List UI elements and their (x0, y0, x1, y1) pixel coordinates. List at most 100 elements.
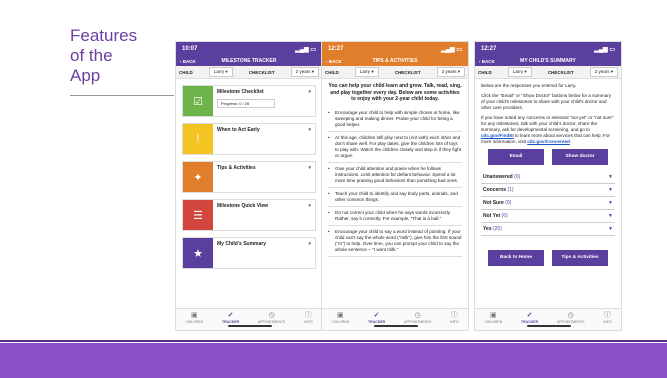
slide-title: Features of the App (70, 26, 137, 86)
back-to-home-button[interactable]: Back to Home (488, 250, 544, 266)
chevron-down-icon: ▼ (608, 226, 613, 232)
chevron-down-icon: ▾ (308, 89, 311, 95)
nav-buttons: Back to Home Tips & Activities (481, 250, 615, 266)
chevron-down-icon: ▼ (608, 187, 613, 193)
nav-bar: ‹ BACK MY CHILD'S SUMMARY (475, 56, 621, 66)
child-select[interactable]: Larry ▾ (507, 67, 532, 77)
list-item: • At this age, children still play next t… (328, 132, 462, 163)
list-item: • Encourage your child to say a word inst… (328, 226, 462, 257)
back-button[interactable]: ‹ BACK (180, 59, 196, 64)
slide-title-line-2: of the (70, 46, 113, 65)
selector-bar: CHILD Larry ▾ CHECKLIST 2 years ▾ (475, 66, 621, 79)
concerned-link[interactable]: cdc.gov/Concerned (527, 139, 570, 144)
home-indicator (527, 325, 571, 327)
group-not-sure[interactable]: Not Sure (0) ▼ (481, 197, 615, 210)
tab-tracker[interactable]: ✓ TRACKER (222, 312, 239, 324)
group-not-yet[interactable]: Not Yet (6) ▼ (481, 210, 615, 223)
checklist-label: CHECKLIST (394, 69, 421, 75)
show-doctor-button[interactable]: Show doctor (552, 149, 608, 165)
clock-icon: ◷ (268, 312, 275, 319)
feature-tips-activities[interactable]: ✦ Tips & Activities ▾ (182, 161, 316, 193)
phone-milestone-tracker: 10:07 ▂▄▆ ▭ ‹ BACK MILESTONE TRACKER CHI… (175, 41, 323, 331)
phone-tips-activities: 12:27 ▂▄▆ ▭ ‹ BACK TIPS & ACTIVITIES CHI… (321, 41, 469, 331)
list-icon: ☰ (183, 200, 213, 230)
feature-label: When to Act Early (217, 127, 260, 133)
checklist-select[interactable]: 2 years ▾ (436, 67, 465, 77)
feature-label: Milestone Quick View (217, 203, 269, 209)
chevron-down-icon: ▼ (608, 200, 613, 206)
tab-info[interactable]: ⓘ INFO (450, 312, 458, 324)
list-item: • Do not correct your child when he says … (328, 207, 462, 226)
checkmark-icon: ✓ (373, 312, 380, 319)
checklist-select[interactable]: 2 years ▾ (589, 67, 618, 77)
home-indicator (374, 325, 418, 327)
tab-appointments[interactable]: ◷ APPOINTMENTS (404, 312, 432, 324)
status-time: 12:27 (481, 46, 497, 52)
tab-tracker[interactable]: ✓ TRACKER (368, 312, 385, 324)
checklist-select[interactable]: 2 years ▾ (290, 67, 319, 77)
list-item: • Give your child attention and praise wh… (328, 163, 462, 188)
nav-bar: ‹ BACK MILESTONE TRACKER (176, 56, 322, 66)
tab-appointments[interactable]: ◷ APPOINTMENTS (258, 312, 286, 324)
feature-label: My Child's Summary (217, 241, 266, 247)
status-bar: 12:27 ▂▄▆ ▭ (322, 42, 468, 56)
tab-info[interactable]: ⓘ INFO (603, 312, 611, 324)
clock-icon: ◷ (414, 312, 421, 319)
tab-children[interactable]: ▣ CHILDREN (185, 312, 203, 324)
children-icon: ▣ (337, 312, 344, 319)
slide-title-line-3: App (70, 66, 101, 85)
group-concerns[interactable]: Concerns (1) ▼ (481, 184, 615, 197)
children-icon: ▣ (490, 312, 497, 319)
chevron-down-icon: ▾ (308, 127, 311, 133)
checkmark-icon: ✓ (526, 312, 533, 319)
checkmark-icon: ✓ (227, 312, 234, 319)
checklist-label: CHECKLIST (547, 69, 574, 75)
feature-milestone-quick-view[interactable]: ☰ Milestone Quick View ▾ (182, 199, 316, 231)
checklist-label: CHECKLIST (248, 69, 275, 75)
info-icon: ⓘ (450, 312, 458, 319)
summary-instructions: Click the "Email" or "Show Doctor" butto… (481, 93, 612, 110)
feature-my-childs-summary[interactable]: ★ My Child's Summary ▾ (182, 237, 316, 269)
feature-when-to-act-early[interactable]: ! When to Act Early ▾ (182, 123, 316, 155)
clock-icon: ◷ (567, 312, 574, 319)
list-item: • Teach your child to identify and say bo… (328, 188, 462, 207)
status-time: 12:27 (328, 46, 344, 52)
tips-list: You can help your child learn and grow. … (322, 79, 468, 261)
tab-children[interactable]: ▣ CHILDREN (331, 312, 349, 324)
tab-appointments[interactable]: ◷ APPOINTMENTS (557, 312, 585, 324)
info-icon: ⓘ (603, 312, 611, 319)
progress-indicator: Progress: 0 / 26 (217, 99, 275, 108)
back-button[interactable]: ‹ BACK (479, 59, 495, 64)
feature-label: Tips & Activities (217, 165, 256, 171)
selector-bar: CHILD Larry ▾ CHECKLIST 2 years ▾ (322, 66, 468, 79)
tab-info[interactable]: ⓘ INFO (304, 312, 312, 324)
back-button[interactable]: ‹ BACK (326, 59, 342, 64)
child-select[interactable]: Larry ▾ (354, 67, 379, 77)
child-label: CHILD (325, 69, 339, 75)
feature-milestone-checklist[interactable]: ☑ Milestone Checklist ▾ Progress: 0 / 26 (182, 85, 316, 117)
email-button[interactable]: Email (488, 149, 544, 165)
slide: Features of the App 10:07 ▂▄▆ ▭ ‹ BACK M… (0, 0, 667, 378)
share-buttons: Email Show doctor (481, 149, 615, 165)
group-unanswered[interactable]: Unanswered (0) ▼ (481, 171, 615, 184)
tab-tracker[interactable]: ✓ TRACKER (521, 312, 538, 324)
feature-label: Milestone Checklist (217, 89, 264, 95)
status-time: 10:07 (182, 46, 198, 52)
tips-activities-button[interactable]: Tips & Activities (552, 250, 608, 266)
group-yes[interactable]: Yes (20) ▼ (481, 223, 615, 236)
findei-link[interactable]: cdc.gov/FindEI (481, 133, 514, 138)
screen-title: MILESTONE TRACKER (221, 58, 277, 64)
star-icon: ★ (183, 238, 213, 268)
selector-bar: CHILD Larry ▾ CHECKLIST 2 years ▾ (176, 66, 322, 79)
screen-title: TIPS & ACTIVITIES (372, 58, 418, 64)
list-item: • Encourage your child to help with simpl… (328, 107, 462, 132)
title-divider (70, 95, 174, 96)
status-bar: 10:07 ▂▄▆ ▭ (176, 42, 322, 56)
chevron-down-icon: ▾ (308, 203, 311, 209)
children-icon: ▣ (191, 312, 198, 319)
child-select[interactable]: Larry ▾ (208, 67, 233, 77)
chevron-down-icon: ▼ (608, 213, 613, 219)
child-label: CHILD (179, 69, 193, 75)
tab-children[interactable]: ▣ CHILDREN (484, 312, 502, 324)
chevron-down-icon: ▾ (308, 165, 311, 171)
